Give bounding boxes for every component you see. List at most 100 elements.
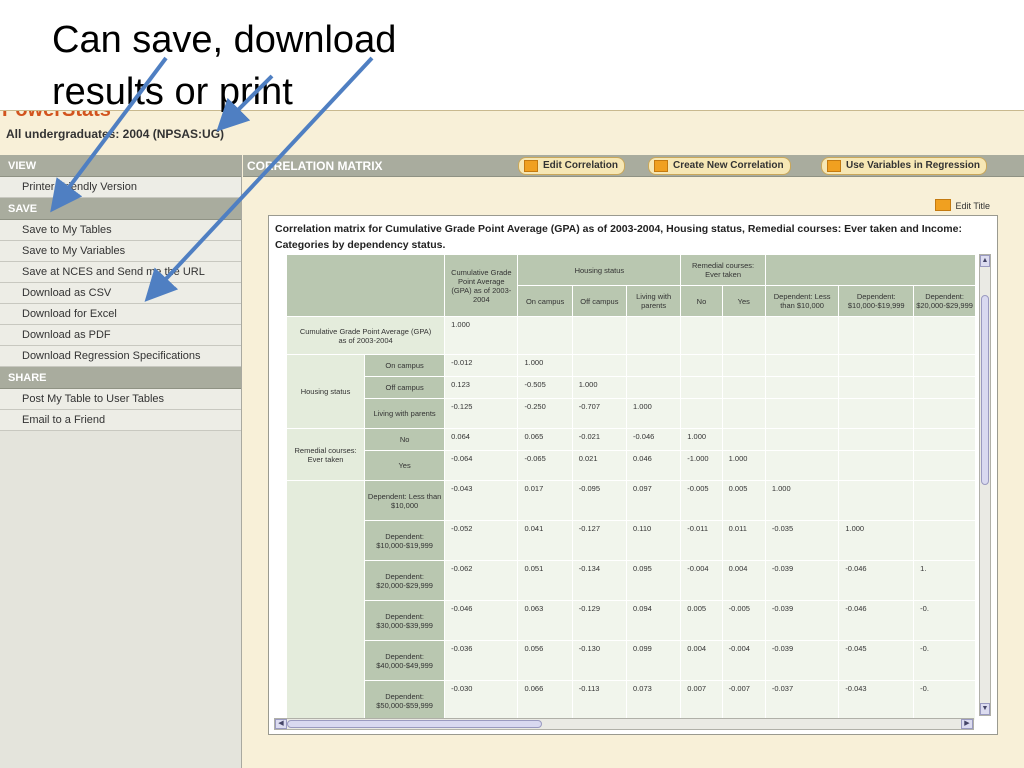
sidebar-item-download-csv[interactable]: Download as CSV [0, 283, 241, 304]
table-cell [913, 354, 976, 377]
correlation-table: Cumulative Grade Point Average (GPA) as … [286, 254, 976, 721]
table-cell [838, 316, 915, 355]
table-cell [626, 316, 682, 355]
table-cell [838, 376, 915, 399]
callout-text: Can save, download results or print [52, 14, 472, 118]
sidebar-item-download-excel[interactable]: Download for Excel [0, 304, 241, 325]
table-cell: 0.051 [517, 560, 573, 601]
corner-cell [286, 254, 446, 317]
sidebar-item-download-regression[interactable]: Download Regression Specifications [0, 346, 241, 367]
row-label: Living with parents [364, 398, 446, 429]
table-cell [721, 354, 766, 377]
use-in-regression-button[interactable]: Use Variables in Regression [821, 157, 987, 175]
table-cell: -0. [913, 680, 976, 721]
table-cell: 0.021 [571, 450, 628, 481]
scroll-left-icon[interactable]: ◀ [275, 719, 287, 729]
table-cell [838, 354, 915, 377]
table-cell: 0.097 [626, 480, 682, 521]
table-cell [721, 376, 766, 399]
sidebar-section-view: VIEW [0, 155, 241, 177]
sidebar-item-save-my-variables[interactable]: Save to My Variables [0, 241, 241, 262]
table-cell [626, 354, 682, 377]
correlation-panel: Correlation matrix for Cumulative Grade … [268, 215, 998, 735]
row-label: Off campus [364, 376, 446, 399]
sidebar: VIEW Printer-Friendly Version SAVE Save … [0, 155, 242, 768]
row-label: Dependent: $20,000-$29,999 [364, 560, 446, 601]
create-correlation-button[interactable]: Create New Correlation [648, 157, 791, 175]
sidebar-item-email-friend[interactable]: Email to a Friend [0, 410, 241, 431]
table-cell: 0.064 [444, 428, 519, 451]
table-cell: -0.134 [571, 560, 628, 601]
table-row: Dependent: $30,000-$39,999 -0.046 0.063 … [287, 600, 976, 641]
table-cell: -0.030 [444, 680, 519, 721]
col-header-yes: Yes [721, 285, 766, 317]
edit-correlation-button[interactable]: Edit Correlation [518, 157, 626, 175]
row-group-income [286, 480, 366, 721]
horizontal-scroll-thumb[interactable] [287, 720, 542, 728]
table-cell [913, 520, 976, 561]
table-cell: -0.035 [764, 520, 840, 561]
table-row: Housing status On campus -0.012 1.000 [286, 354, 976, 429]
table-cell: 0.123 [444, 376, 519, 399]
table-cell [517, 316, 573, 355]
table-cell: 1.000 [838, 520, 915, 561]
horizontal-scrollbar[interactable]: ◀ ▶ [274, 718, 974, 730]
table-row: Off campus 0.123 -0.505 1.000 [287, 376, 976, 399]
table-cell: -0.039 [764, 640, 840, 681]
table-cell: -0.012 [444, 354, 519, 377]
sidebar-item-download-pdf[interactable]: Download as PDF [0, 325, 241, 346]
create-correlation-label: Create New Correlation [673, 160, 784, 171]
table-cell: 0.005 [721, 480, 766, 521]
table-cell: 1. [913, 560, 976, 601]
table-cell: -0. [913, 640, 976, 681]
edit-title-icon [935, 199, 952, 211]
table-row: Remedial courses: Ever taken No 0.064 0.… [286, 428, 976, 481]
vertical-scroll-thumb[interactable] [981, 295, 989, 485]
sidebar-item-save-nces-url[interactable]: Save at NCES and Send me the URL [0, 262, 241, 283]
table-cell: -0.505 [517, 376, 573, 399]
row-label: Dependent: $10,000-$19,999 [364, 520, 446, 561]
table-cell: 0.046 [626, 450, 682, 481]
row-header-gpa: Cumulative Grade Point Average (GPA) as … [286, 316, 446, 355]
table-cell: -0.011 [680, 520, 723, 561]
vertical-scrollbar[interactable]: ▲ ▼ [979, 254, 991, 716]
slide: Can save, download results or print Powe… [0, 0, 1024, 768]
scroll-up-icon[interactable]: ▲ [980, 255, 990, 267]
table-cell [571, 354, 628, 377]
row-label: Dependent: $50,000-$59,999 [364, 680, 446, 721]
table-cell: 1.000 [444, 316, 519, 355]
table-cell [764, 428, 840, 451]
main-header-bar: CORRELATION MATRIX Edit Correlation Crea… [243, 155, 1024, 177]
table-cell [764, 376, 840, 399]
row-label: On campus [364, 354, 446, 377]
table-row: Dependent: Less than $10,000 -0.043 0.01… [286, 480, 976, 721]
sidebar-item-printer-friendly[interactable]: Printer-Friendly Version [0, 177, 241, 198]
table-cell: -0.005 [680, 480, 723, 521]
table-cell [913, 480, 976, 521]
sidebar-item-post-user-tables[interactable]: Post My Table to User Tables [0, 389, 241, 410]
table-cell: -0.046 [838, 600, 915, 641]
table-cell [764, 316, 840, 355]
row-label: Yes [364, 450, 446, 481]
use-in-regression-label: Use Variables in Regression [846, 160, 980, 171]
table-cell: -0.129 [571, 600, 628, 641]
col-header-dep-20-30k: Dependent: $20,000-$29,999 [913, 285, 976, 317]
table-cell: 0.095 [626, 560, 682, 601]
sidebar-item-save-my-tables[interactable]: Save to My Tables [0, 220, 241, 241]
table-cell [680, 398, 723, 429]
table-cell [626, 376, 682, 399]
table-cell [913, 376, 976, 399]
scroll-right-icon[interactable]: ▶ [961, 719, 973, 729]
table-cell: 0.004 [680, 640, 723, 681]
edit-title-button[interactable]: Edit Title [935, 199, 990, 211]
table-cell: 1.000 [517, 354, 573, 377]
edit-title-label: Edit Title [955, 201, 990, 211]
table-cell: -0.005 [721, 600, 766, 641]
table-cell: -0.004 [680, 560, 723, 601]
table-cell [838, 480, 915, 521]
table-cell [721, 398, 766, 429]
table-cell: -0.064 [444, 450, 519, 481]
row-group-remedial: Remedial courses: Ever taken [286, 428, 366, 481]
scroll-down-icon[interactable]: ▼ [980, 703, 990, 715]
col-header-gpa: Cumulative Grade Point Average (GPA) as … [444, 254, 519, 317]
